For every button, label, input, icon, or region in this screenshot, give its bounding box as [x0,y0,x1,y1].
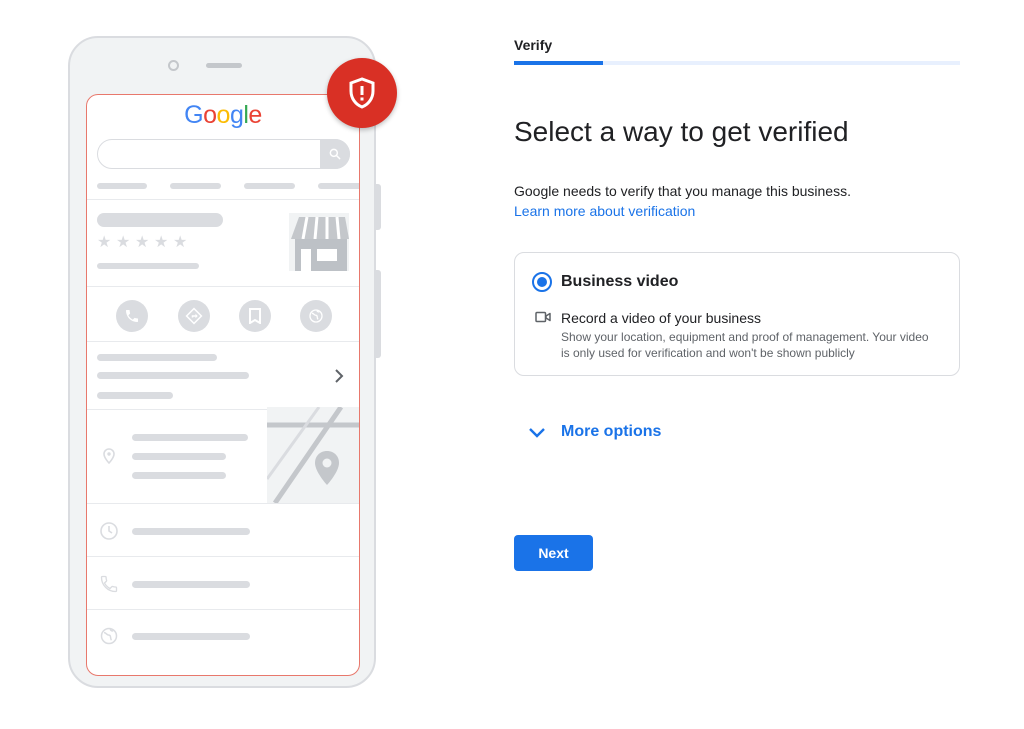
step-label: Verify [514,37,553,53]
map-thumbnail [267,407,359,503]
chevron-down-icon [529,428,545,438]
divider [87,286,359,287]
page-title: Select a way to get verified [514,116,849,147]
star-icon: ★ [173,234,188,251]
divider [87,556,359,557]
text-placeholder [132,581,250,588]
globe-icon [100,627,118,645]
option-description: Show your location, equipment and proof … [561,330,929,360]
phone-speaker [206,63,242,68]
star-icon: ★ [97,234,112,251]
bookmark-icon [239,300,271,332]
text-placeholder [132,633,250,640]
progress-bar [514,61,960,65]
learn-more-link[interactable]: Learn more about verification [514,203,695,219]
divider [87,341,359,342]
tab-placeholder [97,183,147,189]
divider [87,503,359,504]
location-pin-icon [103,448,115,464]
divider [87,199,359,200]
divider [87,609,359,610]
text-placeholder [132,453,226,460]
chevron-right-icon [335,369,344,383]
directions-icon [178,300,210,332]
business-name-placeholder [97,213,223,227]
phone-illustration: Google ★ ★ ★ ★ ★ [68,36,381,688]
phone-screen: Google ★ ★ ★ ★ ★ [86,94,360,676]
shield-alert-icon [327,58,397,128]
text-placeholder [132,434,248,441]
page-description: Google needs to verify that you manage t… [514,183,851,199]
option-subtitle: Record a video of your business [561,310,761,326]
text-placeholder [132,528,250,535]
text-placeholder [132,472,226,479]
text-placeholder [97,263,199,269]
video-camera-icon [535,311,551,323]
tab-placeholder [244,183,295,189]
verification-option-card[interactable]: Business video Record a video of your bu… [514,252,960,376]
more-options-toggle[interactable]: More options [527,420,661,444]
next-button[interactable]: Next [514,535,593,571]
globe-icon [300,300,332,332]
tab-placeholder [318,183,359,189]
text-placeholder [97,372,249,379]
google-logo: Google [184,101,262,129]
phone-icon [100,575,118,593]
clock-icon [100,522,118,540]
phone-side-button [376,270,381,358]
option-radio[interactable] [532,272,552,292]
phone-side-button [376,184,381,230]
option-title: Business video [561,273,679,290]
radio-selected-dot [537,277,547,287]
search-icon [320,138,350,169]
text-placeholder [97,392,173,399]
search-bar-placeholder [97,138,350,169]
progress-fill [514,61,604,65]
storefront-icon [289,213,349,271]
phone-camera [168,60,179,71]
star-icon: ★ [116,234,131,251]
more-options-label: More options [561,423,662,440]
tab-placeholder [170,183,221,189]
text-placeholder [97,354,217,361]
phone-icon [116,300,148,332]
star-icon: ★ [154,234,169,251]
star-icon: ★ [135,234,150,251]
